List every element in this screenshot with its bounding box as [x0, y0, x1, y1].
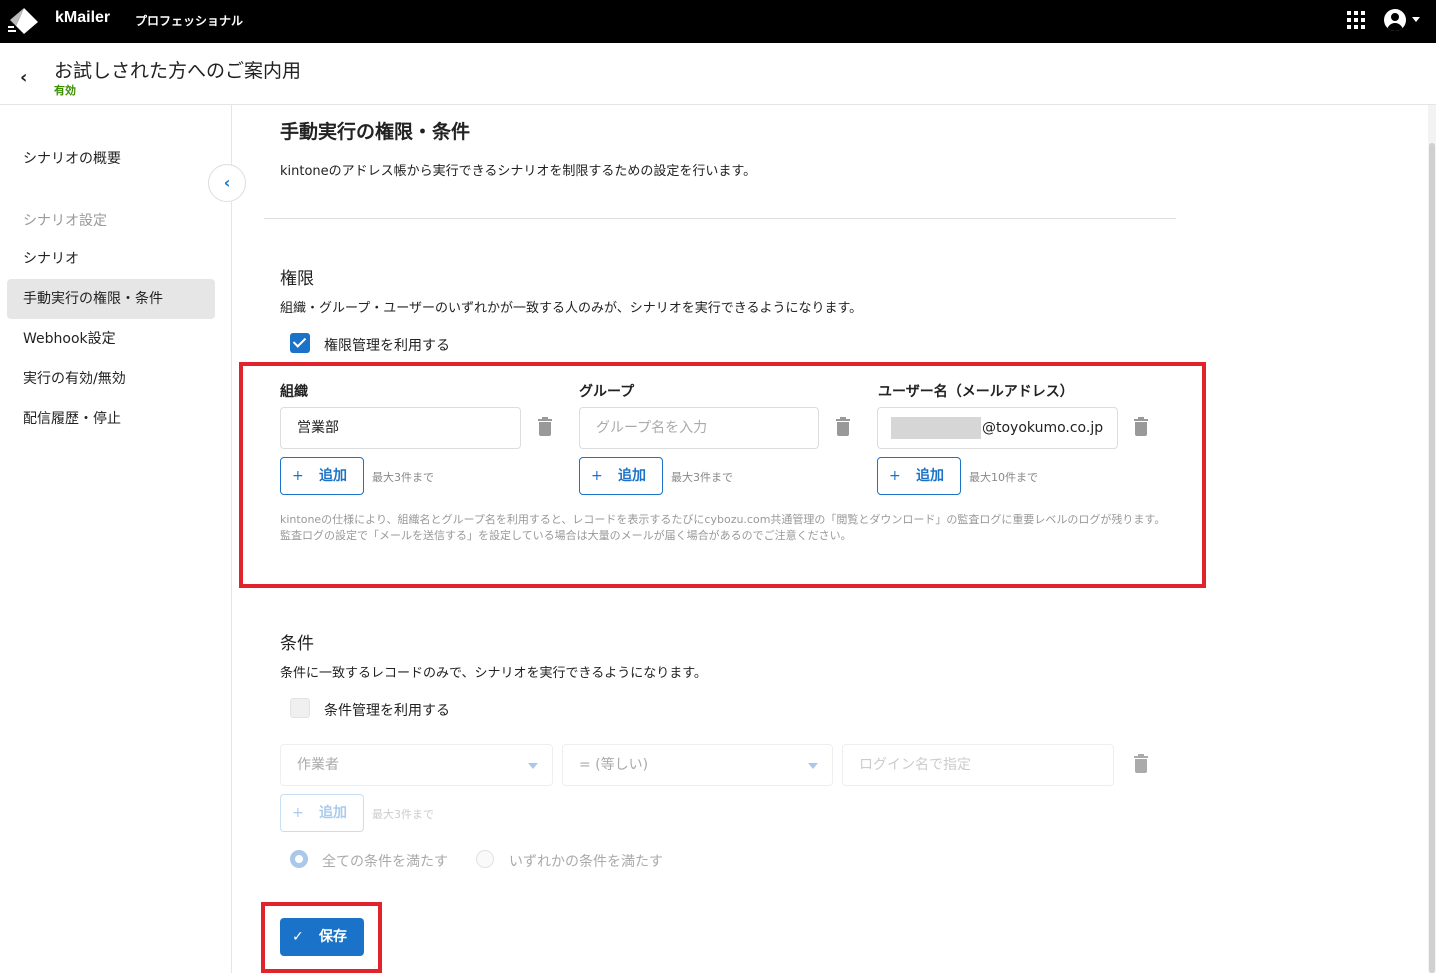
scrollbar-thumb[interactable] [1429, 143, 1435, 973]
condition-value-input[interactable]: ログイン名で指定 [842, 744, 1114, 786]
plus-icon: + [292, 805, 304, 821]
save-label: 保存 [319, 929, 347, 945]
dropdown-caret-icon [528, 763, 538, 769]
back-arrow-icon[interactable]: ‹ [20, 67, 27, 88]
sidebar-item-overview[interactable]: シナリオの概要 [7, 139, 215, 179]
dropdown-caret-icon [808, 763, 818, 769]
condition-limit: 最大3件まで [372, 808, 434, 821]
sidebar-item-webhook[interactable]: Webhook設定 [7, 319, 215, 359]
operator-select-value: = (等しい) [579, 757, 649, 773]
conditions-description: 条件に一致するレコードのみで、シナリオを実行できるようになります。 [280, 666, 707, 681]
app-name: kMailer [55, 9, 111, 26]
conditions-heading: 条件 [280, 634, 314, 654]
page-header: ‹ お試しされた方へのご案内用 有効 [0, 43, 1436, 105]
save-button[interactable]: ✓ 保存 [280, 918, 364, 956]
radio-any-label: いずれかの条件を満たす [509, 854, 663, 870]
operator-select[interactable]: = (等しい) [562, 744, 833, 786]
highlight-box-permissions [239, 362, 1206, 588]
permissions-description: 組織・グループ・ユーザーのいずれかが一致する人のみが、シナリオを実行できるように… [280, 301, 863, 316]
field-select[interactable]: 作業者 [280, 744, 553, 786]
use-permissions-label: 権限管理を利用する [324, 338, 450, 354]
chevron-left-icon: ‹ [223, 173, 231, 192]
account-icon[interactable] [1384, 9, 1406, 31]
use-conditions-label: 条件管理を利用する [324, 703, 450, 719]
scrollbar[interactable] [1428, 105, 1436, 973]
radio-any-condition[interactable] [476, 850, 494, 868]
sidebar-item-scenario[interactable]: シナリオ [7, 239, 215, 279]
use-permissions-checkbox[interactable] [290, 333, 310, 353]
radio-all-label: 全ての条件を満たす [322, 854, 448, 870]
sidebar-item-enable-disable[interactable]: 実行の有効/無効 [7, 359, 215, 399]
sidebar-item-manual-execution[interactable]: 手動実行の権限・条件 [7, 279, 215, 319]
radio-all-conditions[interactable] [290, 850, 308, 868]
status-badge: 有効 [54, 84, 76, 97]
add-condition-label: 追加 [319, 805, 347, 821]
condition-delete-icon[interactable] [1134, 754, 1148, 773]
permissions-heading: 権限 [280, 269, 314, 289]
use-conditions-checkbox[interactable] [290, 698, 310, 718]
collapse-sidebar-button[interactable]: ‹ [208, 164, 246, 202]
apps-grid-icon[interactable] [1347, 11, 1365, 29]
divider [264, 218, 1176, 219]
kmailer-logo-icon[interactable] [8, 6, 40, 36]
sidebar-heading-scenario-settings: シナリオ設定 [23, 213, 107, 229]
plan-label: プロフェッショナル [135, 14, 244, 28]
section-description: kintoneのアドレス帳から実行できるシナリオを制限するための設定を行います。 [280, 164, 757, 179]
page-title: お試しされた方へのご案内用 [54, 60, 302, 82]
top-bar: kMailer プロフェッショナル [0, 0, 1436, 43]
check-icon: ✓ [292, 929, 304, 945]
caret-down-icon[interactable] [1412, 17, 1420, 22]
sidebar: シナリオの概要 シナリオ設定 シナリオ 手動実行の権限・条件 Webhook設定… [0, 105, 232, 973]
section-title: 手動実行の権限・条件 [280, 121, 471, 143]
field-select-value: 作業者 [297, 757, 339, 773]
add-condition-button[interactable]: + 追加 [280, 794, 364, 832]
sidebar-item-delivery-history[interactable]: 配信履歴・停止 [7, 399, 215, 439]
